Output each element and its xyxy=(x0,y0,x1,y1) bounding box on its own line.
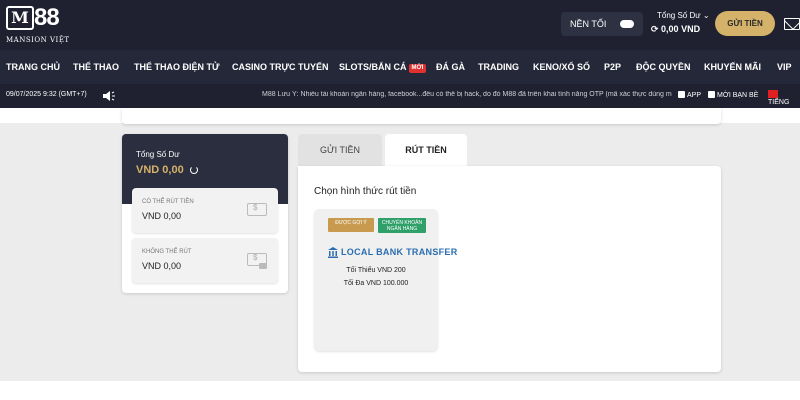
nav-cockfight[interactable]: ĐÁ GÀ xyxy=(436,50,465,84)
method-title: LOCAL BANK TRANSFER xyxy=(341,247,458,257)
nav-slots[interactable]: SLOTS/BẮN CÁ MỚI xyxy=(339,50,427,84)
local-bank-transfer-option[interactable]: ĐƯỢC GỢI Ý CHUYỂN KHOẢN NGÂN HÀNG LOCAL … xyxy=(314,209,457,351)
nav-vip[interactable]: VIP xyxy=(777,50,792,84)
max-limit: Tối Đa VND 100.000 xyxy=(343,280,409,287)
nav-keno-lottery[interactable]: KENO/XỔ SỐ xyxy=(533,50,590,84)
vietnam-flag-icon xyxy=(768,90,778,98)
locked-card: KHÔNG THỂ RÚT VND 0,00 xyxy=(132,238,278,283)
total-balance-value: VND 0,00 xyxy=(136,164,198,176)
header-balance-value: ⟳ 0,00 VND xyxy=(651,24,701,34)
ticker-bar: 09/07/2025 9:32 (GMT+7) M88 Lưu Ý: Nhiều… xyxy=(0,84,800,108)
logo-number: 88 xyxy=(34,4,60,31)
withdraw-panel: Chọn hình thức rút tiền ĐƯỢC GỢI Ý CHUYỂ… xyxy=(298,166,721,372)
withdrawable-card: CÓ THỂ RÚT TIỀN VND 0,00 xyxy=(132,188,278,233)
header-deposit-button[interactable]: GỬI TIỀN xyxy=(715,11,775,36)
withdraw-heading: Chọn hình thức rút tiền xyxy=(314,186,417,197)
withdrawable-value: VND 0,00 xyxy=(142,211,182,221)
new-badge: MỚI xyxy=(408,64,427,73)
wallet-card: Tổng Số Dư VND 0,00 CÓ THỂ RÚT TIỀN VND … xyxy=(122,134,288,293)
nav-home[interactable]: TRANG CHỦ xyxy=(6,50,60,84)
logo-mark: M xyxy=(6,6,34,30)
nav-trading[interactable]: TRADING xyxy=(478,50,519,84)
bank-icon xyxy=(328,247,338,258)
locked-label: KHÔNG THỂ RÚT xyxy=(142,249,192,255)
speaker-icon xyxy=(103,91,115,101)
mail-icon[interactable] xyxy=(784,18,800,30)
top-card xyxy=(122,108,721,124)
ticker-message[interactable]: M88 Lưu Ý: Nhiều tài khoản ngân hàng, fa… xyxy=(262,91,672,98)
nav-promotions[interactable]: KHUYẾN MÃI xyxy=(704,50,761,84)
header-balance-label: Tổng Số Dư ⌄ xyxy=(657,11,710,20)
dark-mode-label: NỀN TỐI xyxy=(570,19,607,29)
top-header: M 88 MANSION VIỆT NỀN TỐI Tổng Số Dư ⌄ ⟳ … xyxy=(0,0,800,50)
cash-icon xyxy=(247,203,267,216)
invite-friends-link[interactable]: MỜI BẠN BÈ xyxy=(708,91,758,99)
lock-icon xyxy=(259,263,267,269)
footer-strip xyxy=(0,381,800,400)
recommended-tag: ĐƯỢC GỢI Ý xyxy=(328,218,374,232)
nav-esports[interactable]: THỂ THAO ĐIỆN TỬ xyxy=(134,50,219,84)
nav-sports[interactable]: THỂ THAO xyxy=(73,50,119,84)
toggle-switch-icon xyxy=(620,20,634,28)
app-link[interactable]: APP xyxy=(678,91,701,99)
nav-live-casino[interactable]: CASINO TRỰC TUYẾN xyxy=(232,50,328,84)
bank-transfer-tag: CHUYỂN KHOẢN NGÂN HÀNG xyxy=(378,218,426,233)
logo-subtitle: MANSION VIỆT xyxy=(6,36,70,44)
dark-mode-toggle[interactable]: NỀN TỐI xyxy=(561,12,643,36)
app-icon xyxy=(678,91,685,98)
m88-logo[interactable]: M 88 MANSION VIỆT xyxy=(6,4,69,44)
header-balance[interactable]: Tổng Số Dư ⌄ ⟳ 0,00 VND xyxy=(651,11,710,35)
min-limit: Tối Thiểu VND 200 xyxy=(346,267,406,274)
locked-value: VND 0,00 xyxy=(142,261,182,271)
tab-deposit[interactable]: GỬI TIỀN xyxy=(298,134,382,166)
main-nav: TRANG CHỦ THỂ THAO THỂ THAO ĐIỆN TỬ CASI… xyxy=(0,50,800,84)
users-icon xyxy=(708,91,715,98)
nav-exclusive[interactable]: ĐỘC QUYỀN xyxy=(636,50,691,84)
withdrawable-label: CÓ THỂ RÚT TIỀN xyxy=(142,199,194,205)
refresh-icon[interactable] xyxy=(189,166,198,174)
total-balance-label: Tổng Số Dư xyxy=(136,150,180,159)
tab-withdraw[interactable]: RÚT TIỀN xyxy=(385,134,467,166)
language-selector[interactable]: TIẾNG xyxy=(768,90,800,106)
nav-p2p[interactable]: P2P xyxy=(604,50,621,84)
datetime: 09/07/2025 9:32 (GMT+7) xyxy=(6,91,87,98)
